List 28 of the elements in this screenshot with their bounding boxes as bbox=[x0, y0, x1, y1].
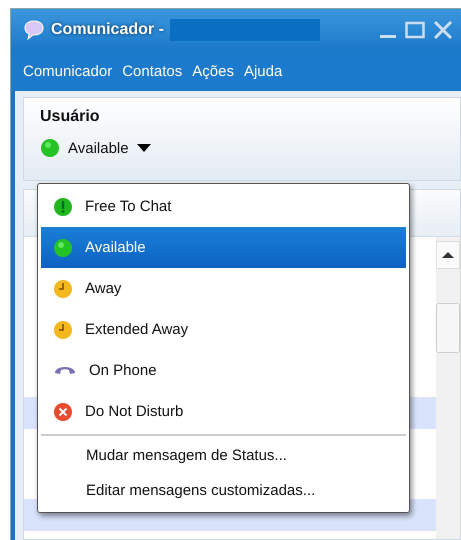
clock-icon bbox=[53, 320, 73, 340]
user-name: Usuário bbox=[40, 108, 101, 126]
menu-item[interactable]: Ajuda bbox=[244, 62, 282, 80]
blocked-icon bbox=[53, 402, 73, 422]
menu-item[interactable]: Contatos bbox=[122, 62, 182, 80]
maximize-icon[interactable] bbox=[405, 21, 425, 39]
menu-item[interactable]: Comunicador bbox=[23, 62, 112, 80]
status-option[interactable]: On Phone bbox=[41, 350, 406, 391]
menu-item[interactable]: Editar mensagens customizadas... bbox=[41, 473, 406, 508]
scrollbar[interactable] bbox=[436, 237, 460, 539]
up-arrow-icon[interactable] bbox=[442, 251, 454, 259]
status-option[interactable]: Away bbox=[41, 268, 406, 309]
window-title: Comunicador - bbox=[51, 21, 164, 39]
speech-bubble-icon bbox=[23, 19, 45, 41]
status-option[interactable]: Free To Chat bbox=[41, 186, 406, 227]
caret-icon[interactable] bbox=[136, 143, 151, 153]
status-dot-icon bbox=[40, 138, 60, 158]
menu-item[interactable]: Ações bbox=[192, 62, 234, 80]
status-option[interactable]: Extended Away bbox=[41, 309, 406, 350]
status-option[interactable]: Available bbox=[41, 227, 406, 268]
close-icon[interactable] bbox=[433, 21, 453, 39]
exclamation-icon bbox=[53, 196, 73, 216]
status-dot-icon bbox=[53, 238, 73, 258]
status-option[interactable]: Do Not Disturb bbox=[41, 391, 406, 432]
clock-icon bbox=[53, 278, 73, 298]
scroll-thumb[interactable] bbox=[436, 303, 460, 353]
status-dropdown[interactable]: Available bbox=[68, 140, 129, 156]
menu-item[interactable]: Mudar mensagem de Status... bbox=[41, 438, 406, 473]
